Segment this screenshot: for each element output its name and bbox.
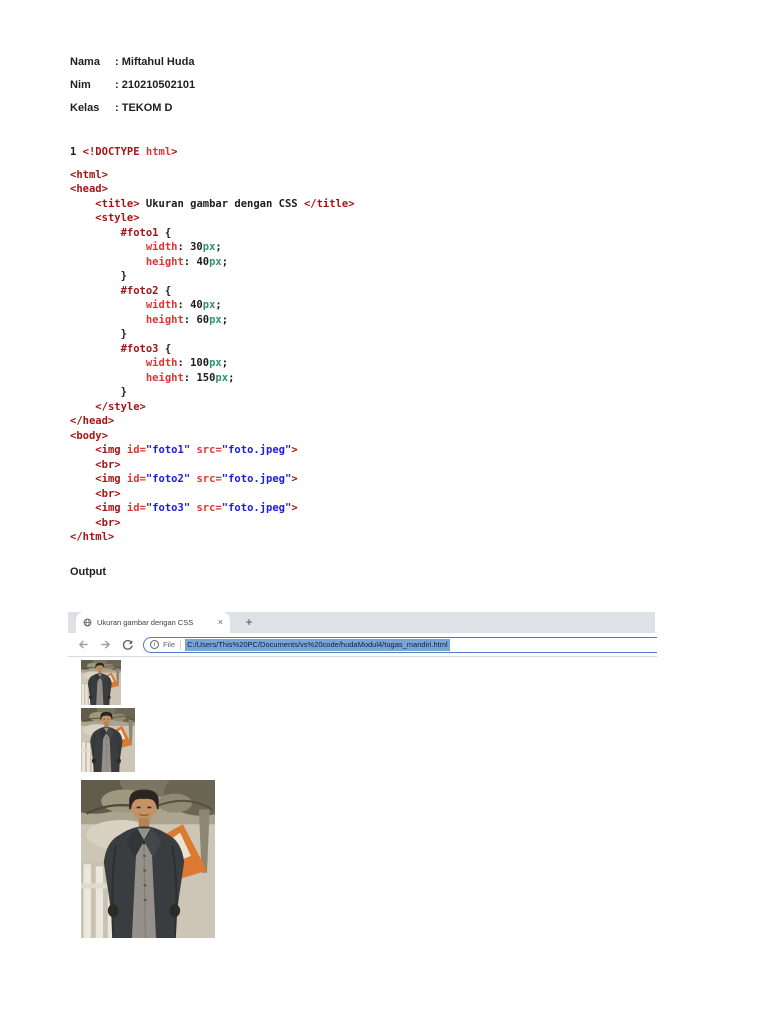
code-line: <style> <box>95 212 140 224</box>
document-page: { "student": { "fields": [ { "label": "N… <box>0 0 768 1024</box>
output-heading: Output <box>70 566 107 578</box>
code-line: <br> <box>95 516 121 529</box>
globe-favicon-icon <box>83 618 92 627</box>
code-line: <img id="foto2" src="foto.jpeg"> <box>95 473 298 485</box>
name-label: Nama <box>70 56 100 68</box>
code-line: width: 30px; <box>145 241 222 253</box>
photo-foto1-image <box>81 660 121 705</box>
code-line: width: 100px; <box>145 357 229 369</box>
code-line: <body> <box>70 429 108 442</box>
browser-toolbar: i File C:/Users/This%20PC/Documents/vs%2… <box>68 633 657 657</box>
forward-icon[interactable] <box>99 638 112 651</box>
browser-tab-strip: Ukuran gambar dengan CSS × + <box>68 612 655 633</box>
code-line: </style> <box>95 400 146 413</box>
code-line: width: 40px; <box>145 299 222 311</box>
student-name-row: Nama : Miftahul Huda <box>70 56 195 69</box>
code-line: </html> <box>70 531 115 543</box>
code-line: <img id="foto3" src="foto.jpeg"> <box>95 502 298 514</box>
code-line: } <box>70 386 127 398</box>
name-value: : Miftahul Huda <box>115 56 195 68</box>
student-class-row: Kelas : TEKOM D <box>70 102 195 115</box>
photo-foto3 <box>81 780 215 938</box>
photo-foto1 <box>81 660 121 705</box>
code-line: <title> Ukuran gambar dengan CSS </title… <box>95 197 355 210</box>
info-icon[interactable]: i <box>150 640 159 649</box>
code-line: height: 60px; <box>145 313 229 326</box>
address-bar[interactable]: i File C:/Users/This%20PC/Documents/vs%2… <box>143 636 657 653</box>
browser-tab[interactable]: Ukuran gambar dengan CSS × <box>76 612 230 633</box>
code-line: #foto2 { <box>120 284 172 297</box>
nim-label: Nim <box>70 79 91 91</box>
photo-foto2-image <box>81 708 135 772</box>
class-label: Kelas <box>70 102 100 114</box>
address-divider <box>180 639 182 650</box>
url-text[interactable]: C:/Users/This%20PC/Documents/vs%20code/h… <box>185 638 450 651</box>
class-value: : TEKOM D <box>115 102 173 114</box>
code-line: } <box>70 328 127 340</box>
code-line: <html> <box>70 168 108 181</box>
code-line: 1 <!DOCTYPE html> <box>70 146 178 158</box>
browser-screenshot: Ukuran gambar dengan CSS × + i File C:/U… <box>68 612 657 658</box>
student-nim-row: Nim : 210210502101 <box>70 79 195 92</box>
reload-icon[interactable] <box>121 638 134 651</box>
photo-foto2 <box>81 708 135 772</box>
tab-close-icon[interactable]: × <box>218 618 223 627</box>
nim-value: : 210210502101 <box>115 79 196 91</box>
code-line: #foto3 { <box>120 342 172 355</box>
back-icon[interactable] <box>77 638 90 651</box>
photo-foto3-image <box>81 780 215 938</box>
new-tab-button[interactable]: + <box>240 614 258 632</box>
code-block: 1 <!DOCTYPE html> <html> <head> <title> Uk… <box>70 145 355 545</box>
code-line: <head> <box>70 183 108 195</box>
code-line: </head> <box>70 415 115 427</box>
file-scheme-label: File <box>163 640 176 649</box>
code-line: <img id="foto1" src="foto.jpeg"> <box>95 444 298 456</box>
code-line: height: 40px; <box>145 255 229 268</box>
code-line: } <box>70 270 127 282</box>
code-line: #foto1 { <box>120 226 172 239</box>
tab-title: Ukuran gambar dengan CSS <box>97 618 194 627</box>
code-line: <br> <box>95 487 121 500</box>
code-line: height: 150px; <box>145 371 235 384</box>
code-line: <br> <box>95 458 121 471</box>
student-info: Nama : Miftahul Huda Nim : 210210502101 Ke… <box>70 56 195 125</box>
